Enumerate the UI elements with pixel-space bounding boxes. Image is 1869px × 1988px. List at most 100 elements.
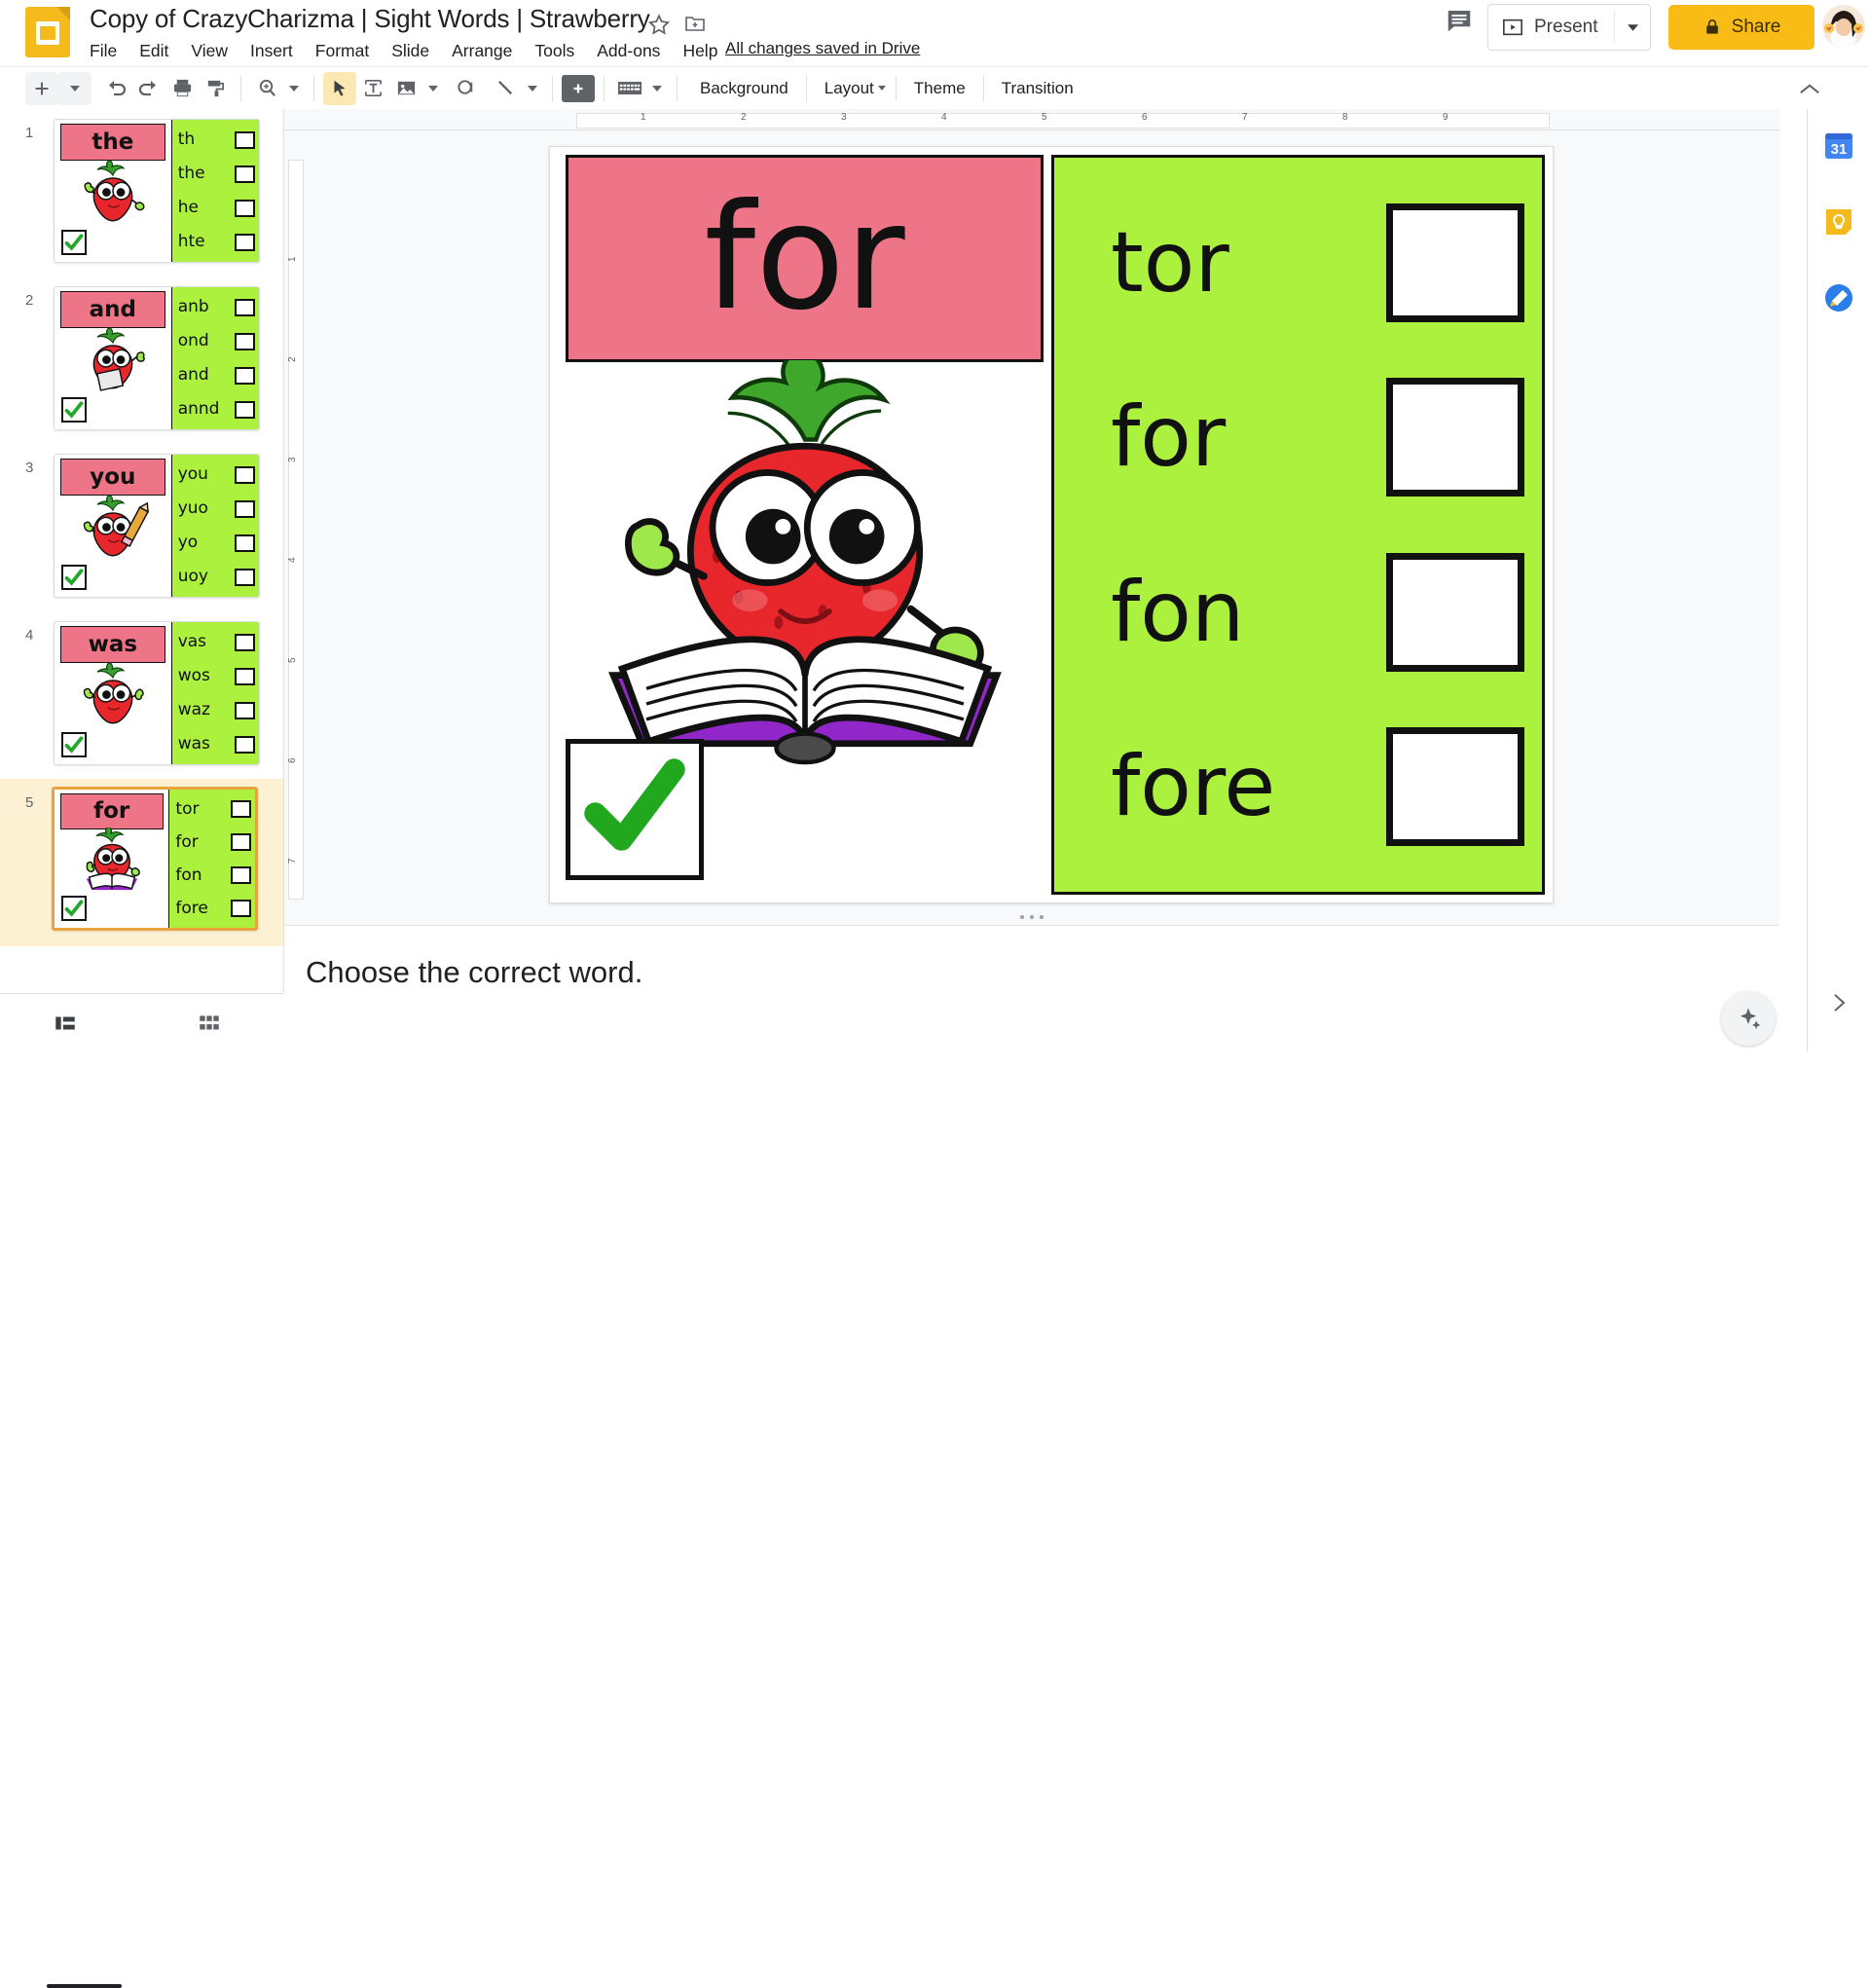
speaker-notes-text[interactable]: Choose the correct word. (306, 955, 1779, 990)
strawberry-character-reading-book[interactable] (581, 359, 1029, 779)
present-label: Present (1534, 17, 1598, 37)
menu-addons[interactable]: Add-ons (597, 41, 673, 61)
expand-rail-button[interactable] (1821, 985, 1856, 1020)
filmstrip-slide-2[interactable]: 2 and anb ond and annd (0, 276, 283, 444)
comment-history-icon[interactable] (1445, 6, 1489, 51)
filmstrip-bottom-bar (0, 993, 284, 1988)
horizontal-ruler[interactable]: 1 2 3 4 5 6 7 8 9 (284, 109, 1779, 130)
menu-slide[interactable]: Slide (391, 41, 442, 61)
filmstrip-slide-1[interactable]: 1 the th the he hte (0, 109, 283, 276)
move-to-folder-icon[interactable] (683, 12, 709, 37)
background-button[interactable]: Background (686, 72, 802, 105)
thumb-word-box: and (59, 291, 165, 329)
target-word-box[interactable]: for (565, 155, 1044, 362)
filmstrip-slide-3[interactable]: 3 you you yuo yo uoy (0, 444, 283, 611)
transition-tool-button[interactable] (613, 72, 646, 105)
thumb-word: and (89, 296, 137, 322)
option-row-1[interactable]: tor (1054, 202, 1542, 322)
text-box-button[interactable] (356, 72, 389, 105)
toolbar-divider (552, 75, 553, 101)
star-icon[interactable] (646, 12, 672, 37)
select-tool-button[interactable] (323, 71, 356, 105)
thumb-option-text: was (177, 734, 210, 754)
page-title[interactable]: Copy of CrazyCharizma | Sight Words | St… (90, 4, 650, 34)
google-tasks-icon[interactable] (1823, 282, 1854, 313)
transition-button[interactable]: Transition (988, 72, 1087, 105)
thumb-option: fore (169, 900, 255, 917)
zoom-button[interactable] (250, 72, 283, 105)
collapse-toolbar-button[interactable] (1793, 72, 1826, 105)
transition-tool-dropdown[interactable] (646, 72, 668, 105)
insert-image-button[interactable] (389, 72, 422, 105)
slide-canvas-area[interactable]: 1 2 3 4 5 6 7 8 9 1 2 3 4 5 6 7 for tor … (284, 109, 1779, 993)
layout-button[interactable]: Layout (811, 72, 892, 105)
present-button-group[interactable]: Present (1487, 4, 1652, 51)
add-comment-button[interactable] (562, 74, 595, 102)
menu-insert[interactable]: Insert (250, 41, 306, 61)
present-button[interactable]: Present (1488, 5, 1614, 50)
menu-tools[interactable]: Tools (534, 41, 587, 61)
paint-format-button[interactable] (199, 72, 232, 105)
thumb-option-box (230, 900, 251, 917)
option-checkbox[interactable] (1386, 552, 1524, 672)
option-text: tor (1111, 213, 1229, 312)
print-button[interactable] (165, 72, 199, 105)
line-button[interactable] (489, 72, 522, 105)
insert-image-dropdown[interactable] (422, 72, 444, 105)
shape-button[interactable] (450, 72, 483, 105)
side-apps-rail: 31 (1807, 109, 1869, 1051)
slide-thumbnail[interactable]: you you yuo yo uoy (54, 454, 260, 598)
theme-button[interactable]: Theme (900, 72, 979, 105)
grid-view-button[interactable] (185, 999, 234, 1048)
menu-arrange[interactable]: Arrange (452, 41, 525, 61)
redo-button[interactable] (132, 72, 165, 105)
filmstrip-slide-5[interactable]: 5 for tor for fon fore (0, 779, 283, 946)
menu-help[interactable]: Help (682, 41, 730, 61)
slide-thumbnail-selected[interactable]: for tor for fon fore (52, 787, 258, 931)
option-checkbox[interactable] (1386, 202, 1524, 322)
undo-button[interactable] (99, 72, 132, 105)
explore-button[interactable] (1721, 991, 1776, 1046)
option-row-2[interactable]: for (1054, 378, 1542, 497)
menu-format[interactable]: Format (315, 41, 382, 61)
ruler-tick: 1 (287, 256, 298, 262)
filmstrip-view-button[interactable] (41, 999, 90, 1048)
new-slide-button[interactable] (25, 71, 58, 105)
thumb-option-box (234, 568, 255, 586)
notes-resize-handle[interactable] (1020, 915, 1044, 919)
slide-thumbnail[interactable]: the th the he hte (54, 119, 260, 263)
ruler-tick: 1 (641, 112, 646, 123)
avatar[interactable] (1822, 5, 1865, 48)
thumb-option-box (234, 633, 255, 651)
present-dropdown-chevron-down-icon[interactable] (1615, 5, 1650, 50)
slide-options-panel: tor for fon fore (1051, 155, 1545, 895)
chevron-down-icon (289, 85, 299, 92)
thumb-word: the (92, 129, 134, 155)
speaker-notes-panel[interactable]: Choose the correct word. (284, 925, 1779, 1051)
slide-filmstrip[interactable]: 1 the th the he hte 2 and anb ond and an… (0, 109, 284, 993)
thumb-word: you (90, 463, 136, 490)
save-status[interactable]: All changes saved in Drive (725, 39, 920, 58)
filmstrip-slide-4[interactable]: 4 was vas wos waz was (0, 611, 283, 779)
option-checkbox[interactable] (1386, 378, 1524, 497)
thumb-word-box: the (59, 124, 165, 162)
chevron-down-icon (70, 85, 80, 92)
current-slide[interactable]: for tor for fon fore (549, 146, 1554, 903)
option-checkbox[interactable] (1386, 727, 1524, 847)
slide-thumbnail[interactable]: was vas wos waz was (54, 621, 260, 765)
share-button[interactable]: Share (1668, 5, 1814, 50)
zoom-dropdown[interactable] (283, 72, 305, 105)
option-row-4[interactable]: fore (1054, 727, 1542, 847)
slide-thumbnail[interactable]: and anb ond and annd (54, 286, 260, 430)
line-dropdown[interactable] (522, 72, 543, 105)
answer-check-box[interactable] (565, 738, 704, 880)
menu-file[interactable]: File (90, 41, 129, 61)
menu-view[interactable]: View (191, 41, 240, 61)
filmstrip-scrollbar[interactable] (47, 1984, 122, 1988)
google-calendar-icon[interactable]: 31 (1823, 130, 1854, 162)
new-slide-dropdown[interactable] (58, 71, 92, 105)
google-keep-icon[interactable] (1823, 206, 1854, 238)
menu-edit[interactable]: Edit (139, 41, 181, 61)
option-row-3[interactable]: fon (1054, 552, 1542, 672)
vertical-ruler[interactable]: 1 2 3 4 5 6 7 (284, 130, 306, 948)
